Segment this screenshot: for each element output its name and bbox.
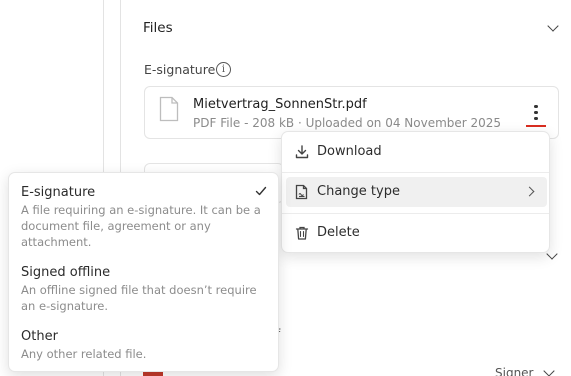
- file-icon: [159, 96, 179, 122]
- option-description: Any other related file.: [21, 347, 147, 361]
- option-title: Signed offline: [21, 265, 111, 280]
- type-option-esignature[interactable]: E-signature A file requiring an e-signat…: [21, 185, 271, 250]
- checkmark-icon: [255, 186, 267, 196]
- download-icon: [295, 145, 309, 159]
- menu-item-label: Delete: [317, 225, 360, 240]
- menu-divider: [282, 172, 549, 173]
- trash-icon: [295, 226, 309, 240]
- chevron-right-icon: [524, 186, 535, 197]
- option-description: A file requiring an e-signature. It can …: [21, 203, 261, 249]
- type-option-signed-offline[interactable]: Signed offline An offline signed file th…: [21, 265, 271, 314]
- menu-item-delete[interactable]: Delete: [286, 218, 547, 248]
- esignature-label: E-signature: [144, 62, 216, 77]
- files-title: Files: [143, 20, 173, 36]
- info-icon[interactable]: i: [216, 62, 231, 77]
- type-option-other[interactable]: Other Any other related file.: [21, 329, 271, 362]
- chevron-down-icon[interactable]: [547, 20, 559, 32]
- option-title: Other: [21, 329, 58, 344]
- signer-role-select[interactable]: Signer: [495, 366, 534, 376]
- file-signature-icon: [295, 184, 308, 200]
- active-indicator: [526, 125, 546, 127]
- option-description: An offline signed file that doesn’t requ…: [21, 283, 257, 313]
- file-meta: PDF File - 208 kB · Uploaded on 04 Novem…: [193, 116, 502, 130]
- chevron-down-icon[interactable]: [543, 365, 555, 376]
- option-title: E-signature: [21, 185, 96, 200]
- menu-item-change-type[interactable]: Change type: [286, 177, 547, 207]
- change-type-submenu: E-signature A file requiring an e-signat…: [8, 172, 279, 372]
- file-actions-menu: Download Change type Delete: [281, 131, 550, 253]
- menu-divider: [282, 213, 549, 214]
- more-options-icon[interactable]: [531, 105, 541, 123]
- files-section-header[interactable]: Files: [143, 20, 563, 40]
- menu-item-label: Download: [317, 144, 382, 159]
- menu-item-download[interactable]: Download: [286, 137, 547, 167]
- menu-item-label: Change type: [317, 184, 400, 199]
- file-name: Mietvertrag_SonnenStr.pdf: [193, 97, 367, 112]
